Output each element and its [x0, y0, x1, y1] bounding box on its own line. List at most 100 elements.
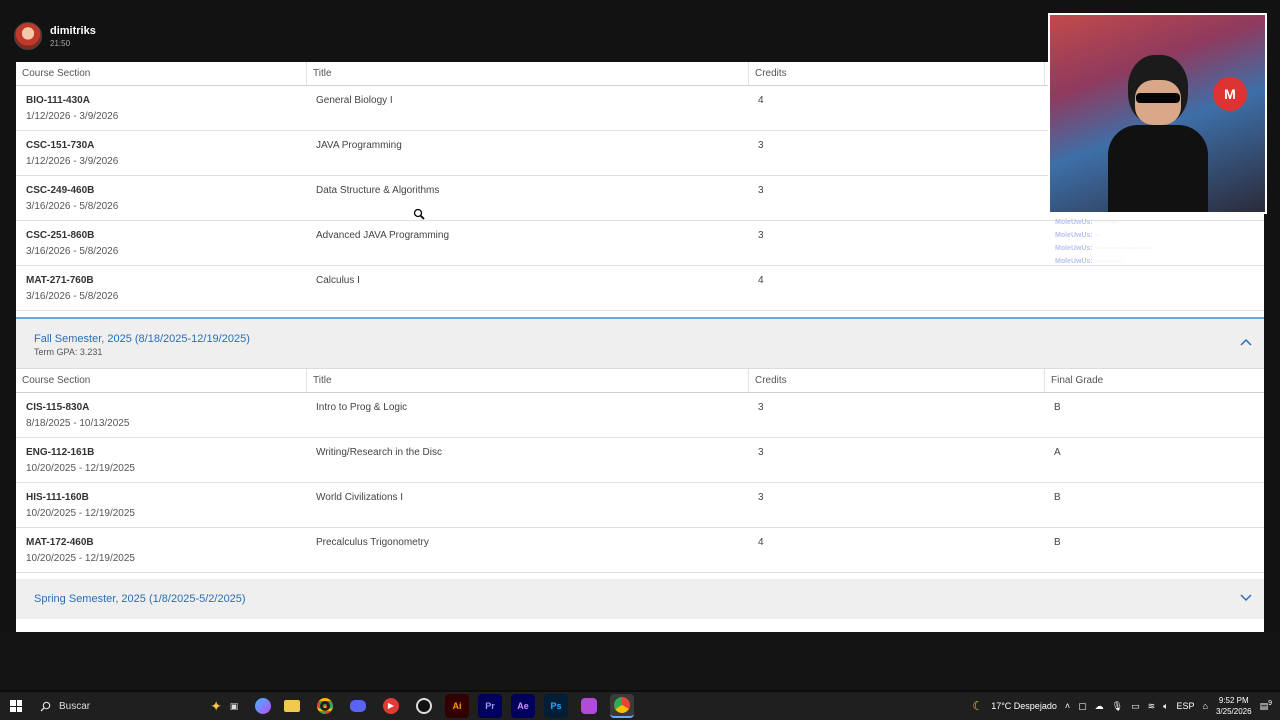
course-code[interactable]: MAT-172-460B [26, 537, 306, 548]
course-credits: 3 [758, 140, 764, 151]
course-credits: 3 [758, 402, 764, 413]
clock-date: 3/25/2026 [1215, 707, 1252, 716]
course-section-cell: CSC-249-460B 3/16/2026 - 5/8/2026 [16, 176, 306, 220]
chevron-up-tray-icon[interactable]: ˄ [1065, 701, 1070, 711]
header-course-section[interactable]: Course Section [16, 369, 306, 392]
course-dates: 10/20/2025 - 12/19/2025 [26, 508, 135, 519]
semester-header-fall[interactable]: Fall Semester, 2025 (8/18/2025-12/19/202… [16, 317, 1264, 369]
clock-time: 9:52 PM [1218, 696, 1249, 705]
premiere-icon[interactable]: Pr [478, 694, 502, 718]
course-code[interactable]: ENG-112-161B [26, 447, 306, 458]
file-explorer-icon[interactable] [280, 694, 304, 718]
photoshop-icon[interactable]: Ps [544, 694, 568, 718]
course-code[interactable]: CSC-151-730A [26, 140, 306, 151]
course-title: Precalculus Trigonometry [316, 537, 429, 548]
copilot-icon[interactable] [255, 698, 271, 714]
course-dates: 1/12/2026 - 3/9/2026 [26, 156, 119, 167]
chevron-up-icon[interactable] [1240, 335, 1252, 349]
volume-icon[interactable]: 🔈︎ [1163, 701, 1168, 712]
course-section-cell: BIO-111-430A 1/12/2026 - 3/9/2026 [16, 86, 306, 130]
semester-header-spring[interactable]: Spring Semester, 2025 (1/8/2025-5/2/2025… [16, 579, 1264, 619]
notifications-icon[interactable]: ▤9 [1260, 700, 1272, 712]
network-icon[interactable]: ⌂ [1203, 701, 1208, 711]
course-dates: 10/20/2025 - 12/19/2025 [26, 463, 135, 474]
course-section-cell: CSC-151-730A 1/12/2026 - 3/9/2026 [16, 131, 306, 175]
course-title: World Civilizations I [316, 492, 404, 503]
taskbar-search[interactable]: Buscar ✦ [32, 698, 222, 715]
sparkle-icon: ✦ [210, 697, 222, 714]
course-credits: 4 [758, 95, 764, 106]
course-code[interactable]: MAT-271-760B [26, 275, 306, 286]
wifi-icon[interactable]: ≋ [1148, 701, 1156, 712]
after-effects-icon[interactable]: Ae [511, 694, 535, 718]
header-course-section[interactable]: Course Section [16, 62, 306, 85]
course-code[interactable]: CSC-249-460B [26, 185, 306, 196]
course-section-cell: CIS-115-830A 8/18/2025 - 10/13/2025 [16, 393, 306, 437]
header-credits[interactable]: Credits [748, 369, 1044, 392]
chrome-icon[interactable] [313, 694, 337, 718]
term-gpa: Term GPA: 3.231 [34, 347, 103, 357]
course-credits: 3 [758, 492, 764, 503]
chat-line: MoleUwUs: ························ [1055, 245, 1151, 252]
system-tray: ☾ 17°C Despejado ˄ ▢ ☁ 🎙︎ ▭ ≋ 🔈︎ ESP ⌂ 9… [972, 692, 1280, 720]
final-grade: B [1054, 537, 1061, 548]
chat-line: MoleUwUs: ············ [1055, 258, 1123, 265]
course-code[interactable]: BIO-111-430A [26, 95, 306, 106]
weather-text[interactable]: 17°C Despejado [991, 701, 1057, 711]
table-row: MAT-172-460B 10/20/2025 - 12/19/2025 Preca… [16, 528, 1264, 573]
media-player-icon[interactable]: ▶ [379, 694, 403, 718]
microphone-icon[interactable]: 🎙︎ [1112, 701, 1123, 712]
course-credits: 3 [758, 185, 764, 196]
course-dates: 1/12/2026 - 3/9/2026 [26, 111, 119, 122]
header-final-grade[interactable]: Final Grade [1044, 369, 1264, 392]
course-title: JAVA Programming [316, 140, 402, 151]
task-view-icon[interactable]: ▣ [222, 694, 246, 718]
final-grade: A [1054, 447, 1061, 458]
header-title[interactable]: Title [306, 369, 748, 392]
streaming-app-icon[interactable] [577, 694, 601, 718]
discord-icon[interactable] [346, 694, 370, 718]
course-code[interactable]: HIS-111-160B [26, 492, 306, 503]
language-indicator[interactable]: ESP [1177, 701, 1195, 711]
course-section-cell: CSC-251-860B 3/16/2026 - 5/8/2026 [16, 221, 306, 265]
course-title: General Biology I [316, 95, 393, 106]
header-credits[interactable]: Credits [748, 62, 1044, 85]
battery-icon[interactable]: ▭ [1131, 701, 1140, 712]
table-row: CIS-115-830A 8/18/2025 - 10/13/2025 Intro … [16, 393, 1264, 438]
header-title[interactable]: Title [306, 62, 748, 85]
course-title: Calculus I [316, 275, 360, 286]
course-credits: 4 [758, 275, 764, 286]
illustrator-icon[interactable]: Ai [445, 694, 469, 718]
chat-line: MoleUwUs: ·· [1055, 232, 1100, 239]
final-grade: B [1054, 402, 1061, 413]
user-name: dimitriks [50, 24, 96, 37]
table-header: Course Section Title Credits Final Grade [16, 369, 1264, 393]
mario-cap-icon: M [1213, 77, 1247, 111]
chat-line: MoleUwUs: ·········· [1055, 219, 1118, 226]
table-row: MAT-271-760B 3/16/2026 - 5/8/2026 Calculus… [16, 266, 1264, 311]
course-credits: 3 [758, 230, 764, 241]
final-grade: B [1054, 492, 1061, 503]
course-dates: 3/16/2026 - 5/8/2026 [26, 201, 119, 212]
cloud-icon[interactable]: ☁ [1095, 701, 1104, 712]
course-title: Writing/Research in the Disc [316, 447, 442, 458]
course-title: Intro to Prog & Logic [316, 402, 408, 413]
course-title: Advanced JAVA Programming [316, 230, 450, 241]
search-icon [40, 701, 51, 711]
start-button[interactable] [0, 692, 32, 720]
obs-icon[interactable] [412, 694, 436, 718]
course-dates: 8/18/2025 - 10/13/2025 [26, 418, 130, 429]
search-placeholder: Buscar [59, 700, 91, 712]
semester-title[interactable]: Fall Semester, 2025 (8/18/2025-12/19/202… [34, 333, 1264, 345]
final-grade [1044, 266, 1264, 310]
course-code[interactable]: CSC-251-860B [26, 230, 306, 241]
chevron-down-icon[interactable] [1240, 591, 1252, 605]
tray-apps-icon[interactable]: ▢ [1078, 701, 1087, 712]
chat-overlay: MoleUwUs: ·········· MoleUwUs: ·· MoleUw… [1055, 216, 1255, 268]
windows-taskbar: Buscar ✦ ▣ ▶ Ai Pr Ae Ps ☾ 17°C Despejad… [0, 692, 1280, 720]
course-section-cell: MAT-271-760B 3/16/2026 - 5/8/2026 [16, 266, 306, 310]
course-code[interactable]: CIS-115-830A [26, 402, 306, 413]
semester-title[interactable]: Spring Semester, 2025 (1/8/2025-5/2/2025… [34, 593, 1264, 605]
clock[interactable]: 9:52 PM 3/25/2026 [1216, 695, 1252, 717]
chrome-active-icon[interactable] [610, 694, 634, 718]
